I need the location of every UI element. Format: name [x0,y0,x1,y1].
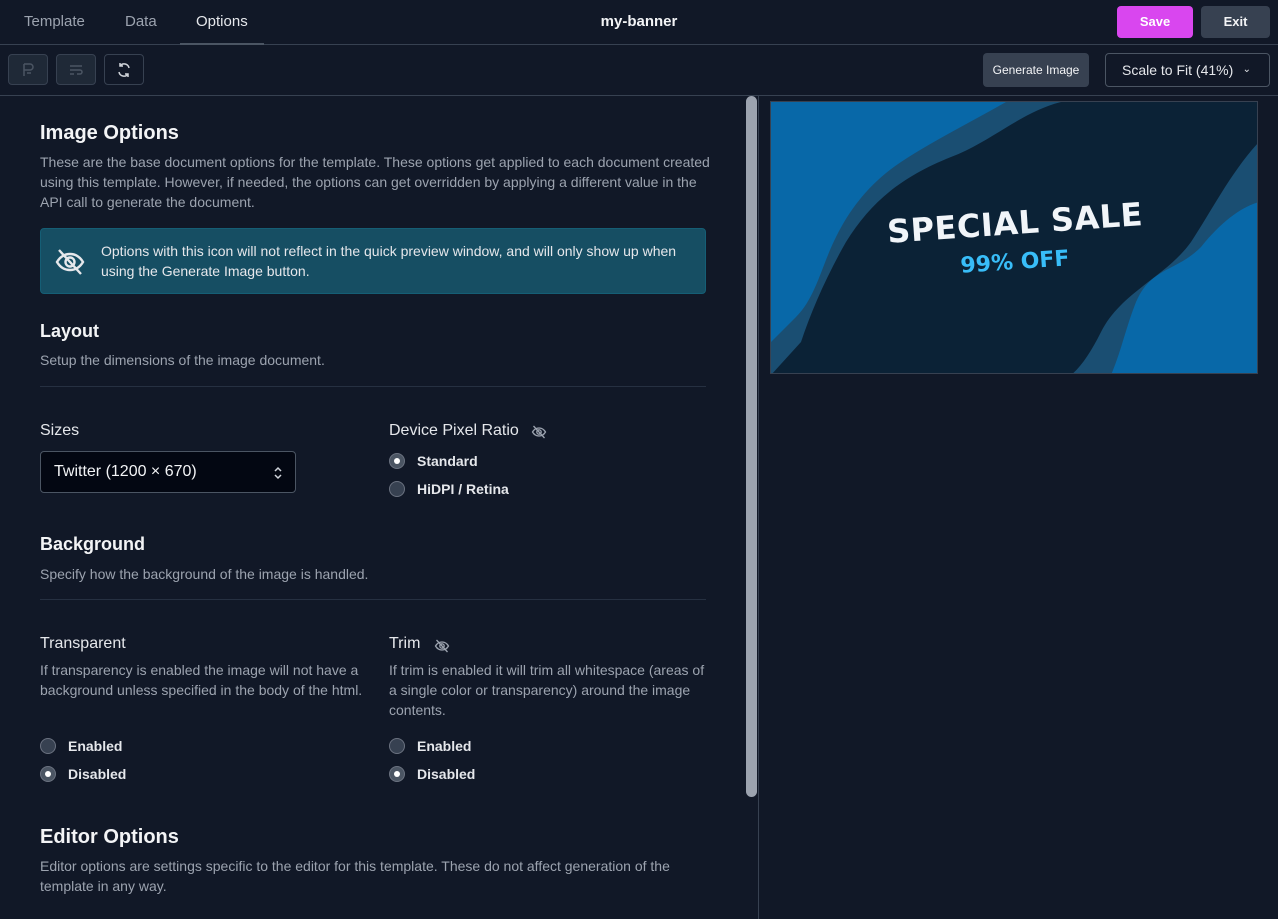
trim-enabled-radio[interactable]: Enabled [389,738,471,754]
radio-label: HiDPI / Retina [417,481,509,497]
dpr-hidpi-radio[interactable]: HiDPI / Retina [389,481,509,497]
radio-label: Enabled [417,738,472,754]
layout-divider [40,386,706,387]
save-button[interactable]: Save [1117,6,1193,38]
tab-options[interactable]: Options [196,0,248,45]
radio-dot [40,766,56,782]
preview-notice-text: Options with this icon will not reflect … [101,243,677,279]
sizes-select[interactable]: Twitter (1200 × 670) [40,451,296,493]
scale-select[interactable]: Scale to Fit (41%) ⌄ [1105,53,1270,87]
eye-off-icon [434,639,450,653]
image-options-title: Image Options [40,122,179,144]
tab-data[interactable]: Data [125,0,157,45]
radio-label: Standard [417,453,478,469]
preview-notice: Options with this icon will not reflect … [40,228,706,294]
transparent-description: If transparency is enabled the image wil… [40,662,363,698]
trim-description: If trim is enabled it will trim all whit… [389,662,705,718]
eye-off-icon [55,249,85,275]
tab-template[interactable]: Template [24,0,85,45]
generate-image-button[interactable]: Generate Image [983,53,1089,87]
radio-dot [389,453,405,469]
document-title: my-banner [600,13,678,30]
sizes-select-value: Twitter (1200 × 670) [54,463,197,480]
background-divider [40,599,706,600]
radio-dot [40,738,56,754]
radio-dot [389,481,405,497]
format-button[interactable] [8,54,48,85]
radio-label: Disabled [68,766,127,782]
scrollbar[interactable] [746,96,757,797]
trim-label: Trim [389,635,421,652]
scale-select-value: Scale to Fit (41%) [1122,62,1234,78]
dpr-label: Device Pixel Ratio [389,422,519,439]
select-arrows-icon [274,466,282,480]
radio-label: Enabled [68,738,123,754]
toolbar: Generate Image Scale to Fit (41%) ⌄ [0,45,1278,96]
chevron-down-icon: ⌄ [1242,64,1251,75]
eye-off-icon [531,425,547,439]
radio-label: Disabled [417,766,476,782]
format-icon [23,62,34,76]
refresh-button[interactable] [104,54,144,85]
sizes-label: Sizes [40,422,80,439]
layout-title: Layout [40,321,100,341]
dpr-standard-radio[interactable]: Standard [389,453,478,469]
wrap-button[interactable] [56,54,96,85]
transparent-enabled-radio[interactable]: Enabled [40,738,122,754]
background-title: Background [40,534,146,554]
layout-description: Setup the dimensions of the image docume… [40,352,325,368]
exit-button[interactable]: Exit [1201,6,1270,38]
image-options-description: These are the base document options for … [40,154,710,210]
transparent-disabled-radio[interactable]: Disabled [40,766,126,782]
panel-divider [758,96,759,919]
wrap-icon [70,64,83,75]
transparent-label: Transparent [40,635,126,652]
radio-dot [389,766,405,782]
banner-preview: SPECIAL SALE 99% OFF [770,101,1258,374]
background-description: Specify how the background of the image … [40,566,369,582]
radio-dot [389,738,405,754]
top-bar: Template Data Options my-banner Save Exi… [0,0,1278,45]
refresh-icon [118,62,130,77]
trim-disabled-radio[interactable]: Disabled [389,766,475,782]
editor-options-title: Editor Options [40,826,179,848]
editor-options-description: Editor options are settings specific to … [40,858,670,894]
